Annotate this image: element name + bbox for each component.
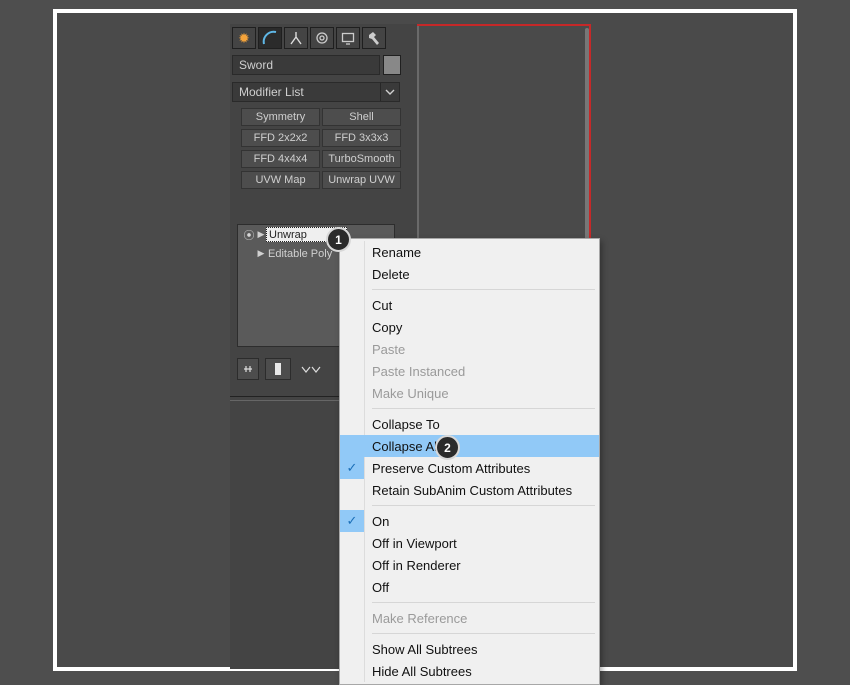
callout-1: 1	[326, 227, 351, 252]
menu-collapse-all[interactable]: Collapse All	[340, 435, 599, 457]
menu-off-in-viewport[interactable]: Off in Viewport	[340, 532, 599, 554]
object-name-input[interactable]: Sword	[232, 55, 380, 75]
tripod-icon	[288, 30, 304, 46]
stack-item-label: Editable Poly	[266, 248, 334, 260]
modifier-buttons: Symmetry Shell FFD 2x2x2 FFD 3x3x3 FFD 4…	[241, 108, 401, 192]
object-color-swatch[interactable]	[383, 55, 401, 75]
command-panel-tabs: ✹	[232, 27, 386, 51]
menu-off-in-renderer[interactable]: Off in Renderer	[340, 554, 599, 576]
sun-icon: ✹	[238, 30, 250, 47]
menu-paste: Paste	[340, 338, 599, 360]
menu-paste-instanced: Paste Instanced	[340, 360, 599, 382]
modifier-unwrapuvw-button[interactable]: Unwrap UVW	[322, 171, 401, 189]
menu-separator	[372, 408, 595, 409]
create-tab[interactable]: ✹	[232, 27, 256, 49]
modifier-shell-button[interactable]: Shell	[322, 108, 401, 126]
menu-rename[interactable]: Rename	[340, 241, 599, 263]
arc-icon	[262, 30, 278, 46]
chevron-down-icon	[385, 87, 395, 97]
menu-separator	[372, 633, 595, 634]
modifier-ffd333-button[interactable]: FFD 3x3x3	[322, 129, 401, 147]
menu-collapse-to[interactable]: Collapse To	[340, 413, 599, 435]
pin-stack-button[interactable]	[237, 358, 259, 380]
stack-context-menu: Rename Delete Cut Copy Paste Paste Insta…	[339, 238, 600, 685]
modifier-list-dropdown[interactable]: Modifier List	[232, 82, 400, 102]
menu-copy[interactable]: Copy	[340, 316, 599, 338]
menu-off[interactable]: Off	[340, 576, 599, 598]
motion-tab[interactable]	[310, 27, 334, 49]
menu-cut[interactable]: Cut	[340, 294, 599, 316]
chevrons-icon	[300, 362, 324, 376]
menu-delete[interactable]: Delete	[340, 263, 599, 285]
menu-make-unique: Make Unique	[340, 382, 599, 404]
utilities-tab[interactable]	[362, 27, 386, 49]
menu-separator	[372, 602, 595, 603]
menu-show-all-subtrees[interactable]: Show All Subtrees	[340, 638, 599, 660]
expand-triangle-icon[interactable]: ▶	[256, 248, 266, 259]
dropdown-arrow[interactable]	[380, 83, 399, 101]
modifier-uvwmap-button[interactable]: UVW Map	[241, 171, 320, 189]
menu-item-label: On	[372, 514, 389, 529]
wheel-icon	[314, 30, 330, 46]
menu-separator	[372, 505, 595, 506]
modifier-ffd222-button[interactable]: FFD 2x2x2	[241, 129, 320, 147]
screen-icon	[340, 30, 356, 46]
menu-hide-all-subtrees[interactable]: Hide All Subtrees	[340, 660, 599, 682]
modifier-symmetry-button[interactable]: Symmetry	[241, 108, 320, 126]
menu-make-reference: Make Reference	[340, 607, 599, 629]
hierarchy-tab[interactable]	[284, 27, 308, 49]
expand-triangle-icon[interactable]: ▶	[256, 229, 266, 240]
check-icon: ✓	[340, 510, 364, 532]
viewport-active-border	[417, 24, 591, 26]
stack-extras[interactable]	[297, 358, 327, 380]
menu-item-label: Preserve Custom Attributes	[372, 461, 530, 476]
menu-on[interactable]: ✓ On	[340, 510, 599, 532]
menu-separator	[372, 289, 595, 290]
menu-preserve-custom-attributes[interactable]: ✓ Preserve Custom Attributes	[340, 457, 599, 479]
check-icon: ✓	[340, 457, 364, 479]
modify-tab[interactable]	[258, 27, 282, 49]
pin-icon	[241, 362, 255, 376]
modifier-turbosmooth-button[interactable]: TurboSmooth	[322, 150, 401, 168]
display-tab[interactable]	[336, 27, 360, 49]
menu-retain-subanim[interactable]: Retain SubAnim Custom Attributes	[340, 479, 599, 501]
end-result-icon	[271, 361, 285, 377]
hammer-icon	[366, 30, 382, 46]
callout-2: 2	[435, 435, 460, 460]
modifier-ffd444-button[interactable]: FFD 4x4x4	[241, 150, 320, 168]
eye-icon[interactable]: ⦿	[242, 227, 256, 243]
show-end-result-button[interactable]	[265, 358, 291, 380]
